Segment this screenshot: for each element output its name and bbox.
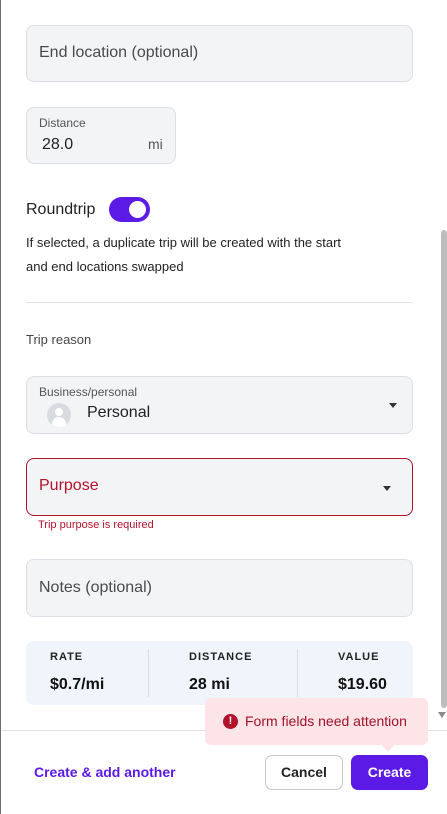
toggle-knob <box>129 201 146 218</box>
purpose-placeholder: Purpose <box>39 477 99 494</box>
chevron-down-icon <box>389 403 397 408</box>
value-label: VALUE <box>338 651 380 663</box>
notes-field[interactable]: Notes (optional) <box>26 559 413 617</box>
cancel-button[interactable]: Cancel <box>265 755 343 790</box>
validation-toast: ! Form fields need attention <box>205 698 428 752</box>
business-personal-value: Personal <box>87 404 151 421</box>
rate-label: RATE <box>50 651 84 663</box>
error-alert-icon: ! <box>223 714 238 729</box>
purpose-select[interactable]: Purpose <box>26 458 413 516</box>
section-divider <box>26 302 413 303</box>
distance-column: DISTANCE 28 mi <box>149 641 297 705</box>
distance-unit: mi <box>148 136 163 152</box>
summary-distance-value: 28 mi <box>189 676 230 693</box>
distance-label: Distance <box>39 116 86 130</box>
trip-reason-heading: Trip reason <box>26 332 92 347</box>
roundtrip-help-line1: If selected, a duplicate trip will be cr… <box>26 235 342 250</box>
roundtrip-help-line2: and end locations swapped <box>26 259 184 274</box>
end-location-placeholder: End location (optional) <box>39 44 199 61</box>
distance-value: 28.0 <box>42 136 74 153</box>
person-avatar-icon <box>47 403 71 427</box>
purpose-error-message: Trip purpose is required <box>38 519 154 531</box>
trip-form-panel: End location (optional) Distance 28.0 mi… <box>0 0 447 814</box>
scroll-down-arrow-icon[interactable] <box>438 712 446 718</box>
trip-value-summary: RATE $0.7/mi DISTANCE 28 mi VALUE $19.60 <box>26 641 413 705</box>
roundtrip-label: Roundtrip <box>26 201 96 218</box>
distance-field[interactable]: Distance 28.0 mi <box>26 107 176 164</box>
business-personal-label: Business/personal <box>39 385 138 399</box>
value-amount: $19.60 <box>338 676 387 693</box>
notes-placeholder: Notes (optional) <box>39 579 152 596</box>
scrollbar[interactable] <box>439 0 447 722</box>
toast-message: Form fields need attention <box>245 713 407 729</box>
value-column: VALUE $19.60 <box>298 641 413 705</box>
create-and-add-another-button[interactable]: Create & add another <box>34 764 176 780</box>
summary-distance-label: DISTANCE <box>189 651 253 663</box>
toast-pointer <box>380 743 396 752</box>
end-location-field[interactable]: End location (optional) <box>26 25 413 82</box>
rate-value: $0.7/mi <box>50 676 105 693</box>
scrollbar-thumb[interactable] <box>441 230 447 708</box>
business-personal-select[interactable]: Business/personal Personal <box>26 376 413 434</box>
rate-column: RATE $0.7/mi <box>26 641 148 705</box>
create-button[interactable]: Create <box>351 755 428 790</box>
chevron-down-icon <box>383 486 391 491</box>
roundtrip-toggle[interactable] <box>109 197 150 222</box>
